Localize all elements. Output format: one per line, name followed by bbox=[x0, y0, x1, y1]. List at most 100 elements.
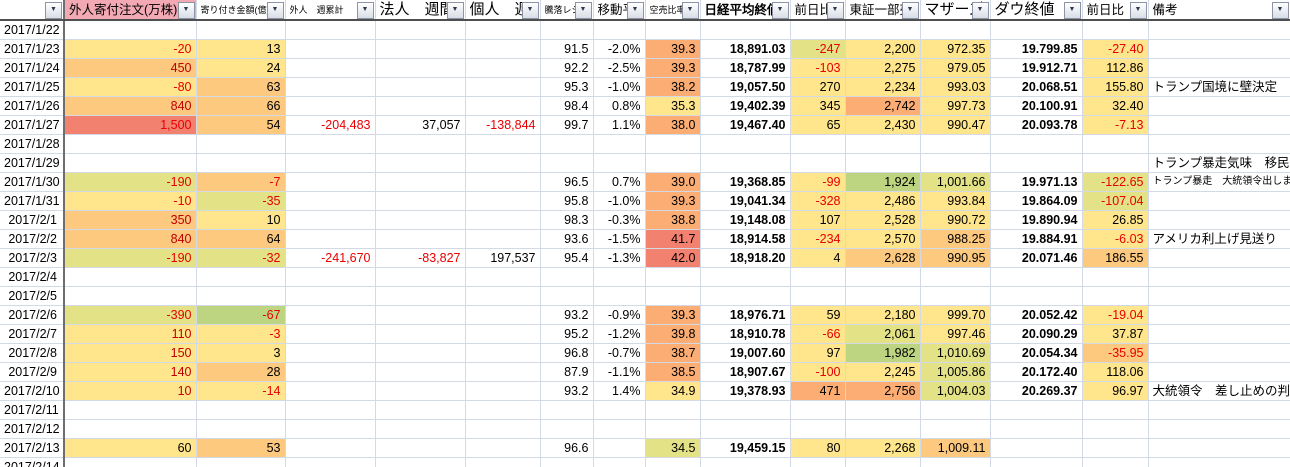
data-cell[interactable] bbox=[375, 40, 465, 59]
data-cell[interactable] bbox=[645, 420, 700, 439]
data-cell[interactable] bbox=[465, 306, 540, 325]
data-cell[interactable] bbox=[920, 20, 990, 40]
data-cell[interactable]: 186.55 bbox=[1082, 249, 1148, 268]
date-cell[interactable]: 2017/2/9 bbox=[0, 363, 64, 382]
data-cell[interactable]: 1,009.11 bbox=[920, 439, 990, 458]
data-cell[interactable]: 19,368.85 bbox=[700, 173, 790, 192]
data-cell[interactable]: 99.7 bbox=[540, 116, 593, 135]
column-header[interactable]: 騰落レシオ▼ bbox=[540, 0, 593, 20]
data-cell[interactable]: 38.0 bbox=[645, 116, 700, 135]
remark-cell[interactable] bbox=[1148, 192, 1290, 211]
date-cell[interactable]: 2017/1/22 bbox=[0, 20, 64, 40]
data-cell[interactable]: -32 bbox=[196, 249, 285, 268]
data-cell[interactable]: 19,057.50 bbox=[700, 78, 790, 97]
data-cell[interactable]: 95.2 bbox=[540, 325, 593, 344]
data-cell[interactable] bbox=[700, 420, 790, 439]
data-cell[interactable]: 19.971.13 bbox=[990, 173, 1082, 192]
date-cell[interactable]: 2017/1/26 bbox=[0, 97, 64, 116]
data-cell[interactable] bbox=[540, 458, 593, 467]
data-cell[interactable]: 1,500 bbox=[64, 116, 196, 135]
data-cell[interactable]: 999.70 bbox=[920, 306, 990, 325]
data-cell[interactable]: 140 bbox=[64, 363, 196, 382]
data-cell[interactable] bbox=[375, 287, 465, 306]
data-cell[interactable]: 118.06 bbox=[1082, 363, 1148, 382]
data-cell[interactable]: -3 bbox=[196, 325, 285, 344]
column-header[interactable]: 東証一部売買代金▼ bbox=[845, 0, 920, 20]
data-cell[interactable]: -103 bbox=[790, 59, 845, 78]
remark-cell[interactable] bbox=[1148, 40, 1290, 59]
data-cell[interactable] bbox=[1082, 154, 1148, 173]
data-cell[interactable] bbox=[1082, 420, 1148, 439]
data-cell[interactable]: -190 bbox=[64, 249, 196, 268]
data-cell[interactable]: 96.97 bbox=[1082, 382, 1148, 401]
data-cell[interactable] bbox=[845, 458, 920, 467]
data-cell[interactable]: 990.47 bbox=[920, 116, 990, 135]
data-cell[interactable] bbox=[593, 135, 645, 154]
data-cell[interactable] bbox=[64, 458, 196, 467]
data-cell[interactable]: -27.40 bbox=[1082, 40, 1148, 59]
data-cell[interactable] bbox=[196, 268, 285, 287]
data-cell[interactable] bbox=[465, 230, 540, 249]
data-cell[interactable] bbox=[285, 173, 375, 192]
filter-dropdown-icon[interactable]: ▼ bbox=[267, 2, 284, 19]
data-cell[interactable]: 93.2 bbox=[540, 306, 593, 325]
remark-cell[interactable] bbox=[1148, 401, 1290, 420]
data-cell[interactable]: 95.4 bbox=[540, 249, 593, 268]
data-cell[interactable]: 32.40 bbox=[1082, 97, 1148, 116]
data-cell[interactable] bbox=[64, 154, 196, 173]
data-cell[interactable] bbox=[465, 40, 540, 59]
data-cell[interactable] bbox=[700, 135, 790, 154]
data-cell[interactable]: 840 bbox=[64, 230, 196, 249]
data-cell[interactable] bbox=[645, 154, 700, 173]
date-cell[interactable]: 2017/1/31 bbox=[0, 192, 64, 211]
data-cell[interactable]: 60 bbox=[64, 439, 196, 458]
remark-cell[interactable] bbox=[1148, 439, 1290, 458]
data-cell[interactable]: 1,001.66 bbox=[920, 173, 990, 192]
data-cell[interactable] bbox=[465, 458, 540, 467]
data-cell[interactable]: 97 bbox=[790, 344, 845, 363]
remark-cell[interactable] bbox=[1148, 116, 1290, 135]
data-cell[interactable]: 988.25 bbox=[920, 230, 990, 249]
data-cell[interactable] bbox=[64, 268, 196, 287]
data-cell[interactable]: -100 bbox=[790, 363, 845, 382]
data-cell[interactable]: -0.9% bbox=[593, 306, 645, 325]
data-cell[interactable] bbox=[375, 192, 465, 211]
date-cell[interactable]: 2017/2/14 bbox=[0, 458, 64, 467]
data-cell[interactable]: -247 bbox=[790, 40, 845, 59]
remark-cell[interactable] bbox=[1148, 325, 1290, 344]
data-cell[interactable] bbox=[990, 154, 1082, 173]
data-cell[interactable] bbox=[465, 363, 540, 382]
data-cell[interactable] bbox=[285, 458, 375, 467]
data-cell[interactable]: 1,010.69 bbox=[920, 344, 990, 363]
data-cell[interactable] bbox=[1082, 268, 1148, 287]
data-cell[interactable]: 39.3 bbox=[645, 59, 700, 78]
data-cell[interactable]: 19,402.39 bbox=[700, 97, 790, 116]
data-cell[interactable] bbox=[465, 325, 540, 344]
data-cell[interactable]: 1,005.86 bbox=[920, 363, 990, 382]
data-cell[interactable] bbox=[465, 173, 540, 192]
date-cell[interactable]: 2017/2/10 bbox=[0, 382, 64, 401]
data-cell[interactable] bbox=[990, 268, 1082, 287]
column-header[interactable]: 前日比▼ bbox=[1082, 0, 1148, 20]
data-cell[interactable]: -138,844 bbox=[465, 116, 540, 135]
data-cell[interactable] bbox=[64, 287, 196, 306]
data-cell[interactable] bbox=[790, 401, 845, 420]
filter-dropdown-icon[interactable]: ▼ bbox=[45, 2, 62, 19]
data-cell[interactable]: 19,041.34 bbox=[700, 192, 790, 211]
column-header[interactable]: 備考▼ bbox=[1148, 0, 1290, 20]
data-cell[interactable] bbox=[593, 20, 645, 40]
data-cell[interactable]: 0.8% bbox=[593, 97, 645, 116]
remark-cell[interactable] bbox=[1148, 268, 1290, 287]
data-cell[interactable]: 993.84 bbox=[920, 192, 990, 211]
filter-dropdown-icon[interactable]: ▼ bbox=[1272, 2, 1289, 19]
data-cell[interactable]: -328 bbox=[790, 192, 845, 211]
data-cell[interactable]: 150 bbox=[64, 344, 196, 363]
data-cell[interactable] bbox=[465, 154, 540, 173]
remark-cell[interactable] bbox=[1148, 306, 1290, 325]
data-cell[interactable]: 2,234 bbox=[845, 78, 920, 97]
date-cell[interactable]: 2017/2/6 bbox=[0, 306, 64, 325]
remark-cell[interactable] bbox=[1148, 287, 1290, 306]
data-cell[interactable] bbox=[920, 135, 990, 154]
data-cell[interactable] bbox=[465, 268, 540, 287]
data-cell[interactable]: 37.87 bbox=[1082, 325, 1148, 344]
